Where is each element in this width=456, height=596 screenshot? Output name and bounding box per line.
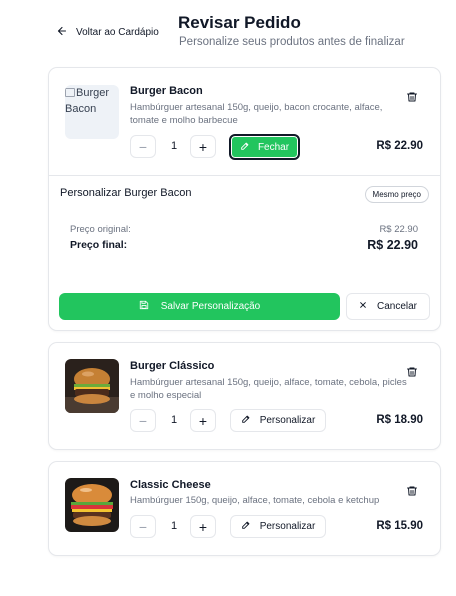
price-status-badge: Mesmo preço (364, 186, 429, 203)
customize-button[interactable]: Personalizar (230, 409, 326, 432)
quantity-value: 1 (170, 414, 178, 426)
cancel-button[interactable]: Cancelar (346, 293, 430, 320)
close-customization-button[interactable]: Fechar (229, 134, 300, 160)
page-subtitle: Personalize seus produtos antes de final… (179, 36, 405, 48)
product-description: Hambúrguer 150g, queijo, alface, tomate,… (130, 495, 380, 506)
trash-icon[interactable] (406, 484, 418, 496)
page-header: Voltar ao Cardápio Revisar Pedido Person… (0, 0, 456, 60)
save-icon (139, 300, 149, 313)
original-price-label: Preço original: (70, 224, 131, 235)
decrease-quantity-button[interactable]: − (130, 135, 156, 158)
order-item-card: Burger Clássico Hambúrguer artesanal 150… (48, 342, 441, 450)
pencil-icon (241, 414, 251, 427)
decrease-quantity-button[interactable]: − (130, 515, 156, 538)
close-icon (359, 301, 367, 312)
product-price: R$ 18.90 (376, 414, 423, 426)
back-to-menu-link[interactable]: Voltar ao Cardápio (56, 25, 159, 40)
customize-button[interactable]: Personalizar (230, 515, 326, 538)
trash-icon[interactable] (406, 365, 418, 377)
broken-image-icon (65, 88, 75, 97)
quantity-value: 1 (170, 140, 178, 152)
order-item-card: Classic Cheese Hambúrguer 150g, queijo, … (48, 461, 441, 556)
product-image (65, 478, 119, 532)
trash-icon[interactable] (406, 90, 418, 102)
pencil-icon (240, 141, 250, 154)
page-title: Revisar Pedido (178, 13, 301, 32)
increase-quantity-button[interactable]: + (190, 515, 216, 538)
arrow-left-icon (56, 25, 68, 40)
product-image (65, 359, 119, 413)
back-label: Voltar ao Cardápio (76, 27, 159, 38)
decrease-quantity-button[interactable]: − (130, 409, 156, 432)
order-item-card: Burger Bacon Burger Bacon Hambúrguer art… (48, 67, 441, 331)
increase-quantity-button[interactable]: + (190, 135, 216, 158)
save-customization-button[interactable]: Salvar Personalização (59, 293, 340, 320)
final-price-label: Preço final: (70, 239, 128, 251)
product-name: Burger Clássico (130, 360, 215, 372)
customization-title: Personalizar Burger Bacon (60, 187, 192, 199)
pencil-icon (241, 520, 251, 533)
increase-quantity-button[interactable]: + (190, 409, 216, 432)
product-price: R$ 15.90 (376, 520, 423, 532)
product-name: Burger Bacon (130, 85, 203, 97)
divider (49, 175, 440, 176)
product-price: R$ 22.90 (376, 140, 423, 152)
product-description: Hambúrguer artesanal 150g, queijo, bacon… (130, 102, 383, 126)
product-description: Hambúrguer artesanal 150g, queijo, alfac… (130, 377, 407, 401)
product-image: Burger Bacon (65, 85, 119, 139)
original-price-value: R$ 22.90 (379, 224, 418, 235)
product-name: Classic Cheese (130, 479, 211, 491)
quantity-value: 1 (170, 520, 178, 532)
final-price-value: R$ 22.90 (367, 238, 418, 252)
